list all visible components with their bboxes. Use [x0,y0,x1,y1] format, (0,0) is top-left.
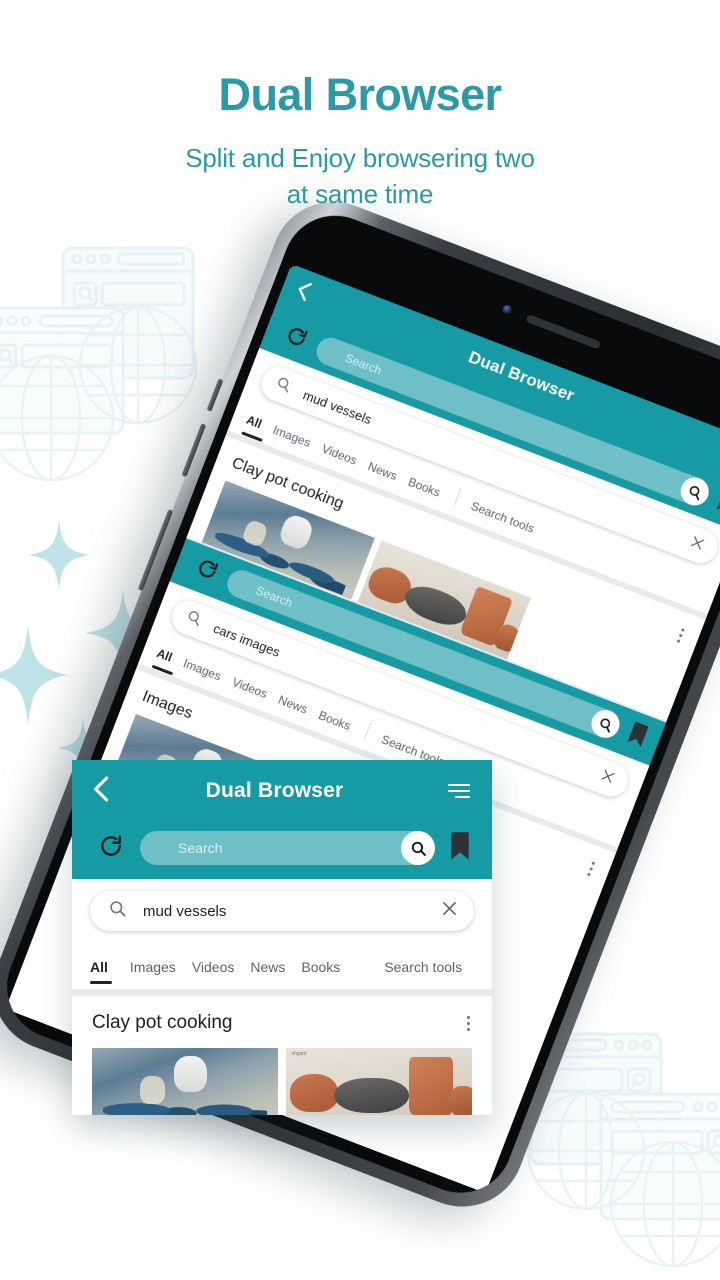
tab-videos[interactable]: Videos [192,959,251,975]
tab-books-label: Books [301,959,341,975]
tab-books[interactable]: Books [317,708,365,738]
tab-images-label: Images [129,959,176,975]
tab-news[interactable]: News [366,459,411,487]
tab-news-label: News [250,959,286,975]
tab-images-label: Images [270,422,313,450]
tabs-divider [453,487,462,507]
browser-pane-card: Dual Browser Search mud vessels All Imag… [72,760,492,1115]
search-tools-button[interactable]: Search tools [384,959,478,975]
tab-videos-label: Videos [191,959,235,975]
subtitle-line-2: at same time [286,178,434,209]
page-title: Dual Browser [218,69,502,120]
tab-all-label: All [154,646,175,665]
pane-bottom-url-placeholder: Search [253,583,295,611]
phone-volume-up-button [206,378,224,412]
tab-news[interactable]: News [276,693,321,721]
pane-top-url-placeholder: Search [343,350,384,378]
tab-news[interactable]: News [250,959,301,975]
terracotta-cookware-photo[interactable]: shgam [286,1048,472,1115]
tab-videos-label: Videos [319,441,359,468]
search-icon[interactable] [676,473,713,510]
close-icon[interactable] [441,900,458,922]
sparkle-icon [28,520,90,595]
subtitle-line-1: Split and Enjoy browsering two [185,143,535,173]
tab-books-label: Books [316,708,353,734]
tabs-divider [363,720,372,740]
refresh-icon[interactable] [192,554,222,587]
card-query-text: mud vessels [143,902,227,920]
refresh-icon[interactable] [281,322,311,355]
card-appbar: Dual Browser Search [72,760,492,879]
card-google-search[interactable]: mud vessels [90,891,474,931]
clay-pots-on-fire-photo[interactable] [92,1048,278,1115]
thumbnail-caption: shgam [291,1051,307,1058]
refresh-icon[interactable] [98,833,124,864]
search-icon [108,899,127,923]
tab-all-label: All [90,959,108,975]
headline-block: Dual Browser Split and Enjoy browsering … [0,72,720,213]
bookmark-icon[interactable] [714,487,720,520]
card-title: Dual Browser [205,779,344,802]
card-search-tabs: All Images Videos News Books Search tool… [90,949,474,984]
kebab-menu-icon[interactable] [587,860,596,876]
card-url-placeholder: Search [178,840,223,856]
card-url-input[interactable]: Search [140,831,435,865]
search-icon[interactable] [587,705,624,743]
tab-images[interactable]: Images [130,959,192,975]
page-subtitle: Split and Enjoy browsering two at same t… [0,141,720,213]
result-heading: Clay pot cooking [92,1012,233,1033]
promo-stage: Dual Browser Split and Enjoy browsering … [0,0,720,1280]
phone-earpiece [525,314,602,350]
search-icon[interactable] [401,831,435,865]
bookmark-icon[interactable] [625,720,650,753]
card-thumbnails: shgam [72,1034,492,1115]
back-icon[interactable] [92,775,109,808]
tab-images-label: Images [181,656,224,684]
kebab-menu-icon[interactable] [467,1015,470,1031]
tab-books-label: Books [406,474,443,500]
tab-news-label: News [276,692,310,717]
phone-front-camera [501,303,513,316]
tab-videos-label: Videos [230,674,270,702]
sparkle-icon [0,625,68,730]
bookmark-icon[interactable] [450,831,470,866]
card-result-header: Clay pot cooking [72,996,492,1034]
kebab-menu-icon[interactable] [676,627,685,643]
tabs-separator [72,989,492,996]
tab-all-label: All [244,412,264,432]
tab-all[interactable]: All [90,959,130,984]
tab-books[interactable]: Books [406,475,454,505]
hamburger-menu-icon[interactable] [448,784,470,798]
tab-books[interactable]: Books [301,959,356,975]
tab-news-label: News [365,459,399,484]
